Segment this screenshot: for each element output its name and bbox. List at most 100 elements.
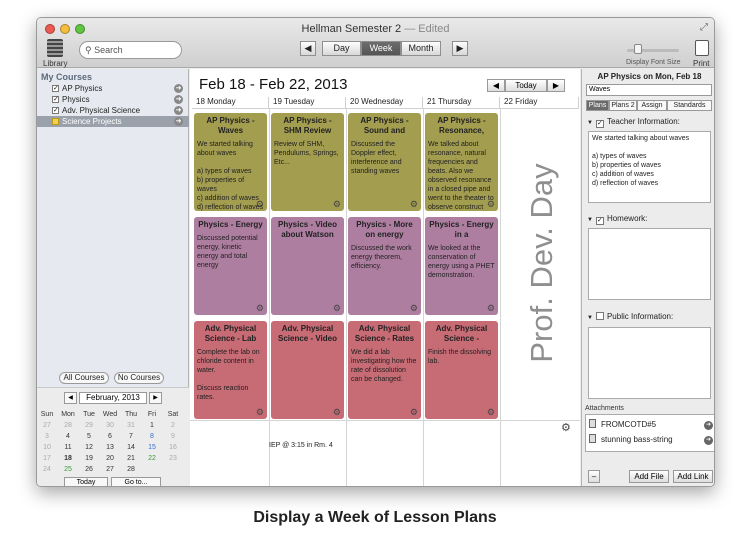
lesson-card[interactable]: Physics - More on energy Discussed the wo… bbox=[348, 217, 421, 315]
mini-day[interactable]: 30 bbox=[100, 422, 120, 429]
fullscreen-icon[interactable]: ⤢ bbox=[700, 22, 708, 33]
mini-prev-month-button[interactable]: ◀ bbox=[64, 392, 77, 404]
lesson-card[interactable]: Physics - Video about Watson ⚙ bbox=[271, 217, 344, 315]
tab-standards[interactable]: Standards bbox=[667, 100, 712, 111]
week-next-button[interactable]: ▶ bbox=[547, 79, 565, 92]
mini-day[interactable]: 25 bbox=[58, 466, 78, 473]
lesson-card[interactable]: Physics - Energy in a We looked at the co… bbox=[425, 217, 498, 315]
gear-icon[interactable]: ⚙ bbox=[561, 421, 571, 434]
lesson-title-field[interactable]: Waves bbox=[586, 84, 712, 96]
gear-icon[interactable]: ⚙ bbox=[333, 303, 341, 314]
course-checkbox[interactable]: ✓ bbox=[52, 85, 59, 92]
disclosure-triangle-icon[interactable]: ▼ bbox=[587, 120, 593, 126]
next-period-button[interactable]: ▶ bbox=[452, 41, 468, 56]
go-arrow-icon[interactable]: ➜ bbox=[174, 117, 183, 126]
go-arrow-icon[interactable]: ➜ bbox=[174, 95, 183, 104]
mini-day[interactable]: 9 bbox=[163, 433, 183, 440]
tab-plans[interactable]: Plans bbox=[586, 100, 609, 111]
attachment-item[interactable]: stunning bass-string ➜ bbox=[589, 434, 713, 446]
lesson-card[interactable]: AP Physics - SHM Review Review of SHM, Pe… bbox=[271, 113, 344, 211]
mini-day[interactable]: 13 bbox=[100, 444, 120, 451]
gear-icon[interactable]: ⚙ bbox=[256, 303, 264, 314]
mini-goto-button[interactable]: Go to... bbox=[111, 477, 161, 486]
lesson-card[interactable]: Adv. Physical Science - Lab Complete the … bbox=[194, 321, 267, 419]
mini-day[interactable]: 23 bbox=[163, 455, 183, 462]
mini-day[interactable]: 19 bbox=[79, 455, 99, 462]
gear-icon[interactable]: ⚙ bbox=[333, 199, 341, 210]
teacher-info-section[interactable]: ▼ ✓ Teacher Information: bbox=[587, 117, 680, 128]
gear-icon[interactable]: ⚙ bbox=[410, 303, 418, 314]
mini-day[interactable]: 28 bbox=[58, 422, 78, 429]
homework-checkbox[interactable]: ✓ bbox=[595, 217, 604, 225]
mini-day[interactable]: 7 bbox=[121, 433, 141, 440]
course-item-ap-physics[interactable]: ✓ AP Physics ➜ bbox=[37, 83, 189, 94]
mini-day[interactable]: 27 bbox=[100, 466, 120, 473]
font-size-slider-knob[interactable] bbox=[634, 44, 642, 54]
mini-day[interactable]: 29 bbox=[79, 422, 99, 429]
lesson-card[interactable]: AP Physics - Waves We started talking abo… bbox=[194, 113, 267, 211]
go-arrow-icon[interactable]: ➜ bbox=[704, 436, 713, 445]
add-file-button[interactable]: Add File bbox=[629, 470, 669, 483]
mini-day[interactable]: 6 bbox=[100, 433, 120, 440]
gear-icon[interactable]: ⚙ bbox=[487, 303, 495, 314]
gear-icon[interactable]: ⚙ bbox=[410, 199, 418, 210]
library-icon[interactable] bbox=[47, 39, 63, 57]
go-arrow-icon[interactable]: ➜ bbox=[704, 421, 713, 430]
mini-day[interactable]: 3 bbox=[37, 433, 57, 440]
no-courses-button[interactable]: No Courses bbox=[114, 372, 164, 384]
view-week-button[interactable]: Week bbox=[361, 41, 401, 56]
gear-icon[interactable]: ⚙ bbox=[487, 199, 495, 210]
tab-plans-2[interactable]: Plans 2 bbox=[609, 100, 637, 111]
view-day-button[interactable]: Day bbox=[322, 41, 361, 56]
mini-day[interactable]: 1 bbox=[142, 422, 162, 429]
homework-textarea[interactable] bbox=[588, 228, 711, 300]
tab-assign[interactable]: Assign bbox=[637, 100, 667, 111]
lesson-card[interactable]: Adv. Physical Science - Finish the dissol… bbox=[425, 321, 498, 419]
lesson-card[interactable]: AP Physics - Resonance, We talked about r… bbox=[425, 113, 498, 211]
prev-period-button[interactable]: ◀ bbox=[300, 41, 316, 56]
remove-attachment-button[interactable]: – bbox=[588, 470, 600, 483]
public-info-checkbox[interactable] bbox=[595, 312, 604, 320]
public-info-textarea[interactable] bbox=[588, 327, 711, 399]
mini-day[interactable]: 16 bbox=[163, 444, 183, 451]
mini-day[interactable]: 8 bbox=[142, 433, 162, 440]
lesson-card[interactable]: Adv. Physical Science - Video ⚙ bbox=[271, 321, 344, 419]
add-link-button[interactable]: Add Link bbox=[673, 470, 713, 483]
gear-icon[interactable]: ⚙ bbox=[333, 407, 341, 418]
tuesday-note[interactable]: IEP @ 3:15 in Rm. 4 bbox=[269, 442, 333, 449]
print-icon[interactable] bbox=[695, 40, 709, 56]
gear-icon[interactable]: ⚙ bbox=[410, 407, 418, 418]
mini-day[interactable]: 10 bbox=[37, 444, 57, 451]
mini-day[interactable]: 17 bbox=[37, 455, 57, 462]
mini-day[interactable]: 15 bbox=[142, 444, 162, 451]
mini-day[interactable]: 27 bbox=[37, 422, 57, 429]
disclosure-triangle-icon[interactable]: ▼ bbox=[587, 217, 593, 223]
course-checkbox[interactable] bbox=[52, 118, 59, 125]
teacher-info-textarea[interactable]: We started talking about waves a) types … bbox=[588, 131, 711, 203]
search-input[interactable]: ⚲ Search bbox=[79, 41, 182, 59]
course-checkbox[interactable]: ✓ bbox=[52, 107, 59, 114]
course-item-science-projects[interactable]: Science Projects ➜ bbox=[37, 116, 189, 127]
homework-section[interactable]: ▼ ✓ Homework: bbox=[587, 214, 647, 225]
go-arrow-icon[interactable]: ➜ bbox=[174, 106, 183, 115]
lesson-card[interactable]: Physics - Energy Discussed potential ener… bbox=[194, 217, 267, 315]
week-prev-button[interactable]: ◀ bbox=[487, 79, 505, 92]
go-arrow-icon[interactable]: ➜ bbox=[174, 84, 183, 93]
mini-day[interactable]: 31 bbox=[121, 422, 141, 429]
gear-icon[interactable]: ⚙ bbox=[256, 407, 264, 418]
mini-day[interactable]: 11 bbox=[58, 444, 78, 451]
week-today-button[interactable]: Today bbox=[505, 79, 547, 92]
mini-day[interactable]: 22 bbox=[142, 455, 162, 462]
all-courses-button[interactable]: All Courses bbox=[59, 372, 109, 384]
mini-today-button[interactable]: Today bbox=[64, 477, 108, 486]
gear-icon[interactable]: ⚙ bbox=[256, 199, 264, 210]
attachment-item[interactable]: FROMCOTD#5 ➜ bbox=[589, 419, 713, 431]
mini-day[interactable]: 5 bbox=[79, 433, 99, 440]
mini-day[interactable]: 4 bbox=[58, 433, 78, 440]
mini-day[interactable]: 28 bbox=[121, 466, 141, 473]
view-month-button[interactable]: Month bbox=[401, 41, 441, 56]
mini-day[interactable]: 18 bbox=[58, 455, 78, 462]
mini-next-month-button[interactable]: ▶ bbox=[149, 392, 162, 404]
mini-day[interactable]: 14 bbox=[121, 444, 141, 451]
mini-day[interactable]: 12 bbox=[79, 444, 99, 451]
